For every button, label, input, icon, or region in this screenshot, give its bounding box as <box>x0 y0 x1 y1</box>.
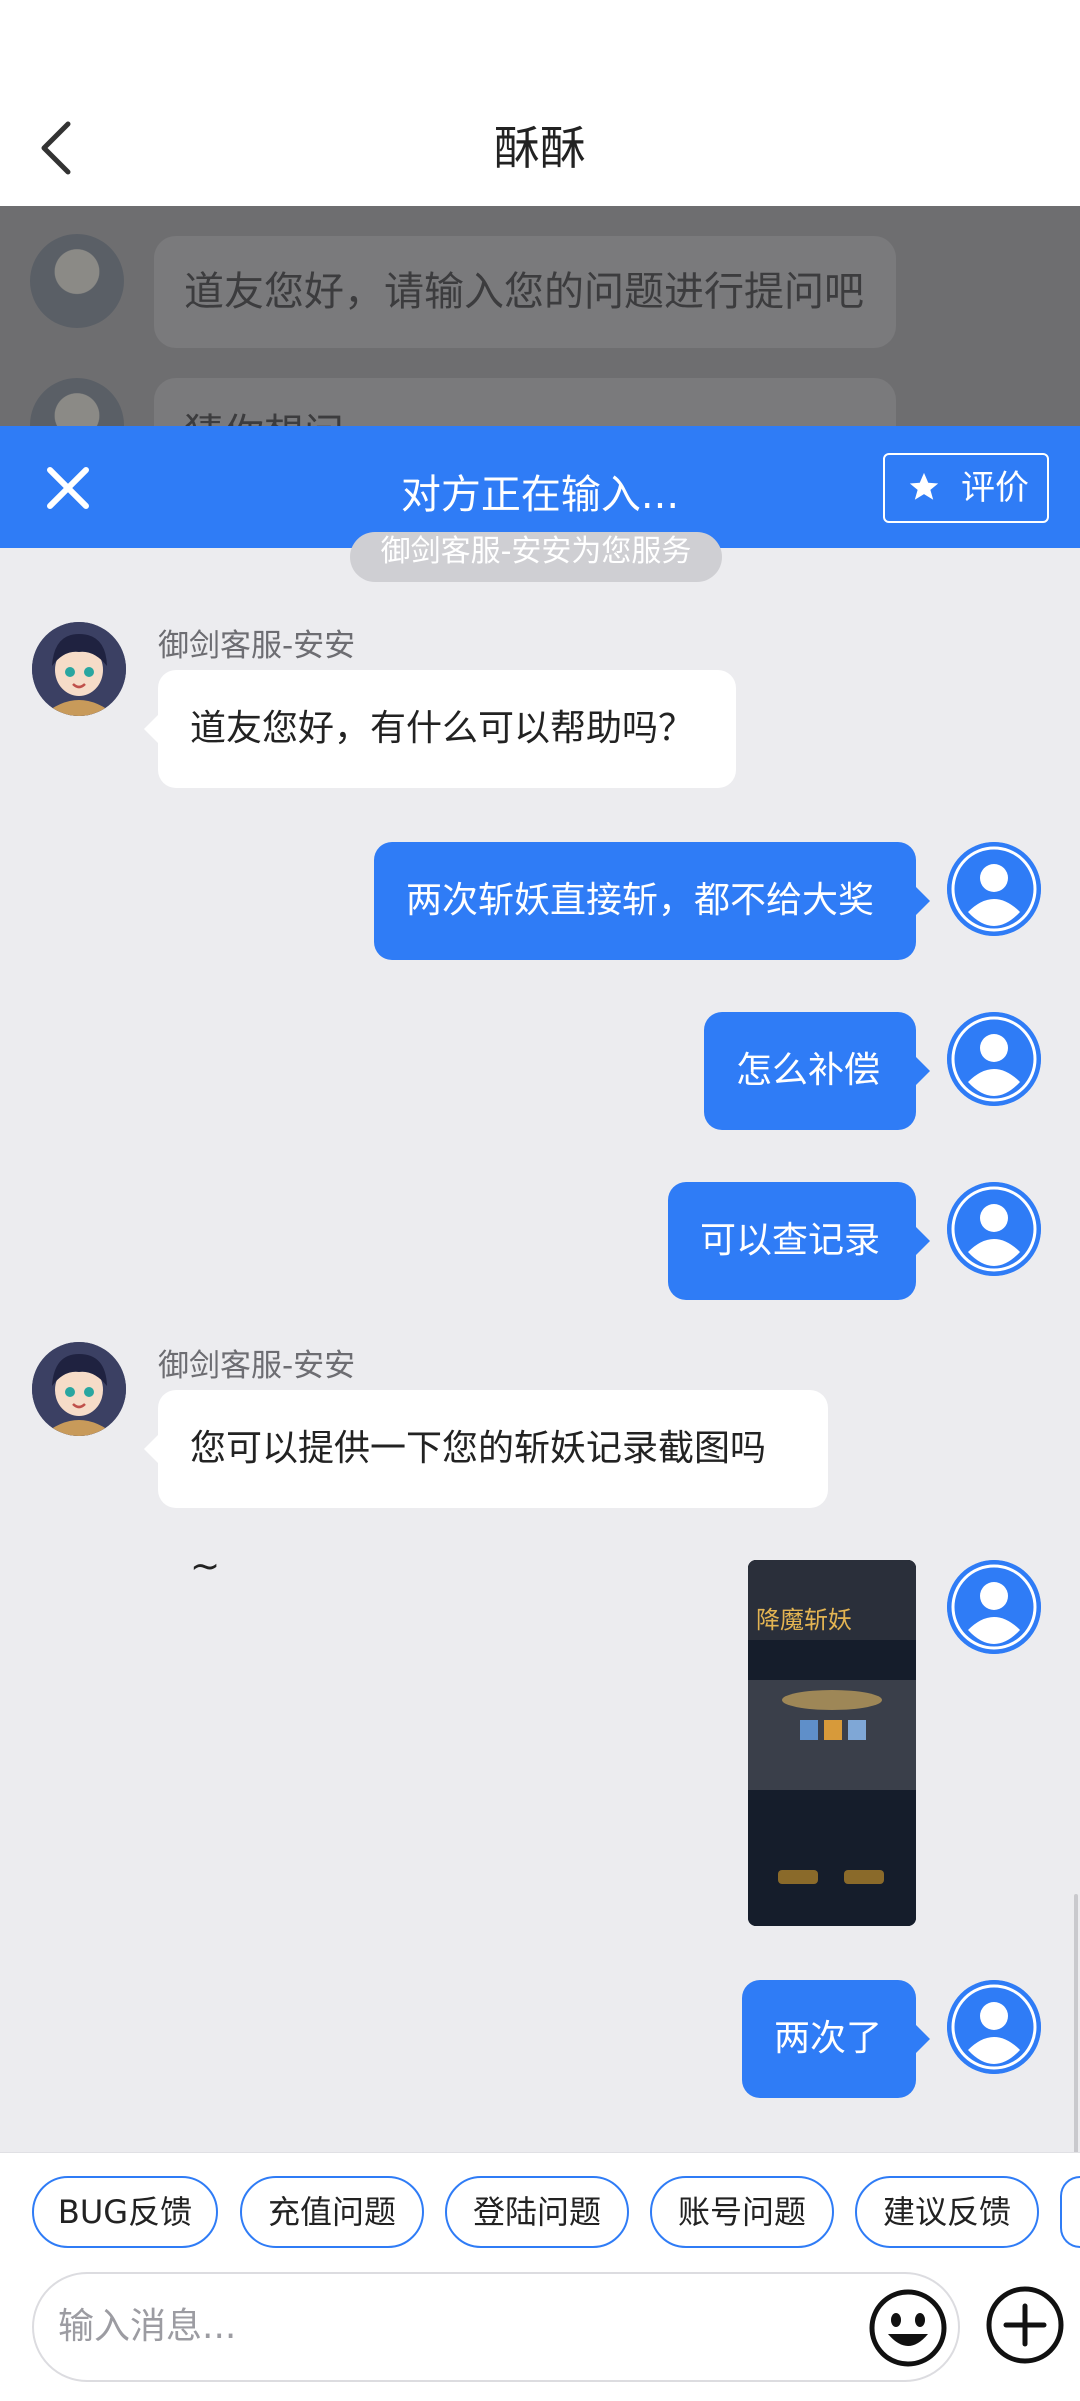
suggestion-bubble-dimmed: 猜你想问 <box>154 378 896 426</box>
person-icon <box>947 1560 1041 1654</box>
smiley-icon[interactable] <box>868 2288 948 2368</box>
user-message-bubble[interactable]: 两次斩妖直接斩，都不给大奖 <box>374 842 930 960</box>
user-avatar[interactable] <box>947 842 1041 936</box>
quick-reply-overflow[interactable] <box>1060 2176 1080 2248</box>
user-message-bubble[interactable]: 两次了 <box>742 1980 930 2098</box>
anime-avatar-icon <box>32 622 126 716</box>
greeting-bubble-dimmed: 道友您好，请输入您的问题进行提问吧 <box>154 236 896 348</box>
star-icon <box>909 472 939 500</box>
user-message-bubble[interactable]: 可以查记录 <box>668 1182 930 1300</box>
agent-message-bubble[interactable]: 您可以提供一下您的斩妖记录截图吗~ <box>144 1390 828 1587</box>
person-icon <box>947 1182 1041 1276</box>
person-icon <box>947 1980 1041 2074</box>
user-avatar[interactable] <box>947 1560 1041 1654</box>
agent-message-bubble[interactable]: 道友您好，有什么可以帮助吗？ <box>144 670 736 788</box>
quick-reply-account[interactable]: 账号问题 <box>650 2176 834 2248</box>
user-avatar[interactable] <box>947 1012 1041 1106</box>
user-message-bubble[interactable]: 怎么补偿 <box>704 1012 930 1130</box>
agent-name: 御剑客服-安安 <box>158 1348 356 1384</box>
background-chat-dimmed: 道友您好，请输入您的问题进行提问吧 猜你想问 <box>0 206 1080 426</box>
agent-avatar-dimmed <box>30 234 124 328</box>
quick-reply-suggestion[interactable]: 建议反馈 <box>855 2176 1039 2248</box>
page-title: 酥酥 <box>494 121 586 175</box>
agent-avatar[interactable] <box>32 1342 126 1436</box>
agent-avatar-dimmed <box>30 378 124 426</box>
screenshot-image-message[interactable]: 降魔斩妖 <box>748 1560 916 1926</box>
user-avatar[interactable] <box>947 1980 1041 2074</box>
quick-reply-recharge[interactable]: 充值问题 <box>240 2176 424 2248</box>
person-icon <box>947 1012 1041 1106</box>
user-avatar[interactable] <box>947 1182 1041 1276</box>
rate-button[interactable]: 评价 <box>883 453 1049 523</box>
message-input[interactable]: 输入消息... <box>32 2272 960 2382</box>
agent-name: 御剑客服-安安 <box>158 628 356 664</box>
rate-label: 评价 <box>961 468 1029 508</box>
quick-reply-bug-feedback[interactable]: BUG反馈 <box>32 2176 218 2248</box>
quick-reply-login[interactable]: 登陆问题 <box>445 2176 629 2248</box>
plus-circle-icon[interactable] <box>984 2284 1066 2366</box>
service-notice: 御剑客服-安安为您服务 <box>350 532 722 582</box>
image-caption: 降魔斩妖 <box>756 1606 852 1634</box>
anime-avatar-icon <box>32 1342 126 1436</box>
agent-avatar[interactable] <box>32 622 126 716</box>
person-icon <box>947 842 1041 936</box>
scrollbar[interactable] <box>1074 1894 1078 2154</box>
